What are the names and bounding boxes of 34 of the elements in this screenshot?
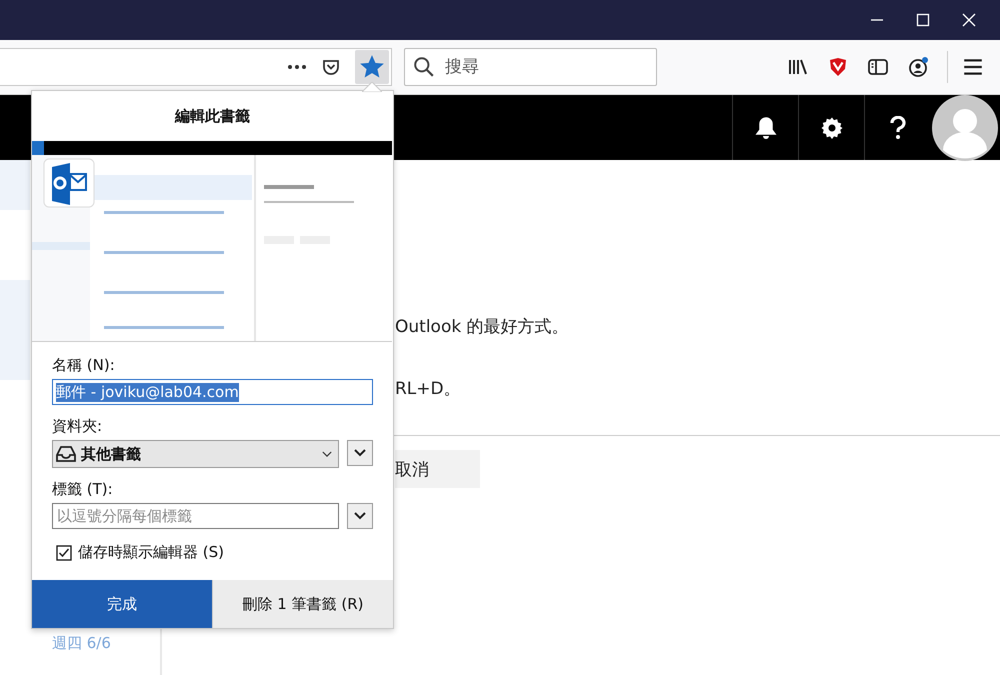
avatar-icon[interactable]: [932, 94, 998, 160]
tags-label: 標籤 (T):: [52, 480, 114, 499]
more-icon[interactable]: [287, 64, 307, 70]
settings-icon: [820, 116, 844, 140]
bookmark-button[interactable]: [355, 50, 389, 84]
name-field[interactable]: 郵件 - joviku@lab04.com: [52, 379, 373, 405]
done-button[interactable]: 完成: [32, 580, 212, 628]
remove-bookmark-button[interactable]: 刪除 1 筆書籤 (R): [212, 580, 393, 628]
account-icon[interactable]: [907, 56, 929, 78]
chevron-icon: [354, 449, 366, 457]
pocket-icon[interactable]: [321, 57, 341, 77]
expand-button[interactable]: [347, 503, 373, 529]
chevron-icon: [322, 450, 332, 458]
search-field[interactable]: 搜尋: [404, 48, 657, 86]
folder-dropdown[interactable]: 其他書籤: [52, 440, 339, 468]
tags-field[interactable]: 以逗號分隔每個標籤: [52, 503, 339, 529]
chevron-icon: [354, 512, 366, 520]
maximize-icon[interactable]: [916, 13, 930, 27]
expand-button[interactable]: [347, 440, 373, 466]
cancel-button[interactable]: 取消: [395, 450, 480, 488]
close-icon[interactable]: [962, 13, 976, 27]
folder-label: 資料夾:: [52, 417, 104, 436]
checkbox-label[interactable]: 儲存時顯示編輯器 (S): [78, 543, 224, 562]
sidebar-highlight: [0, 160, 30, 210]
star-icon: [360, 55, 384, 79]
body-text: RL+D。: [395, 378, 461, 400]
body-text: Outlook 的最好方式。: [395, 316, 569, 338]
checkbox[interactable]: [56, 544, 72, 560]
sidebar-icon[interactable]: [867, 56, 889, 78]
name-label: 名稱 (N):: [52, 356, 116, 375]
tray-icon: [55, 444, 77, 464]
panel-title: 編輯此書籤: [174, 106, 251, 126]
search-icon: [413, 56, 435, 78]
shield-icon[interactable]: [827, 56, 849, 78]
